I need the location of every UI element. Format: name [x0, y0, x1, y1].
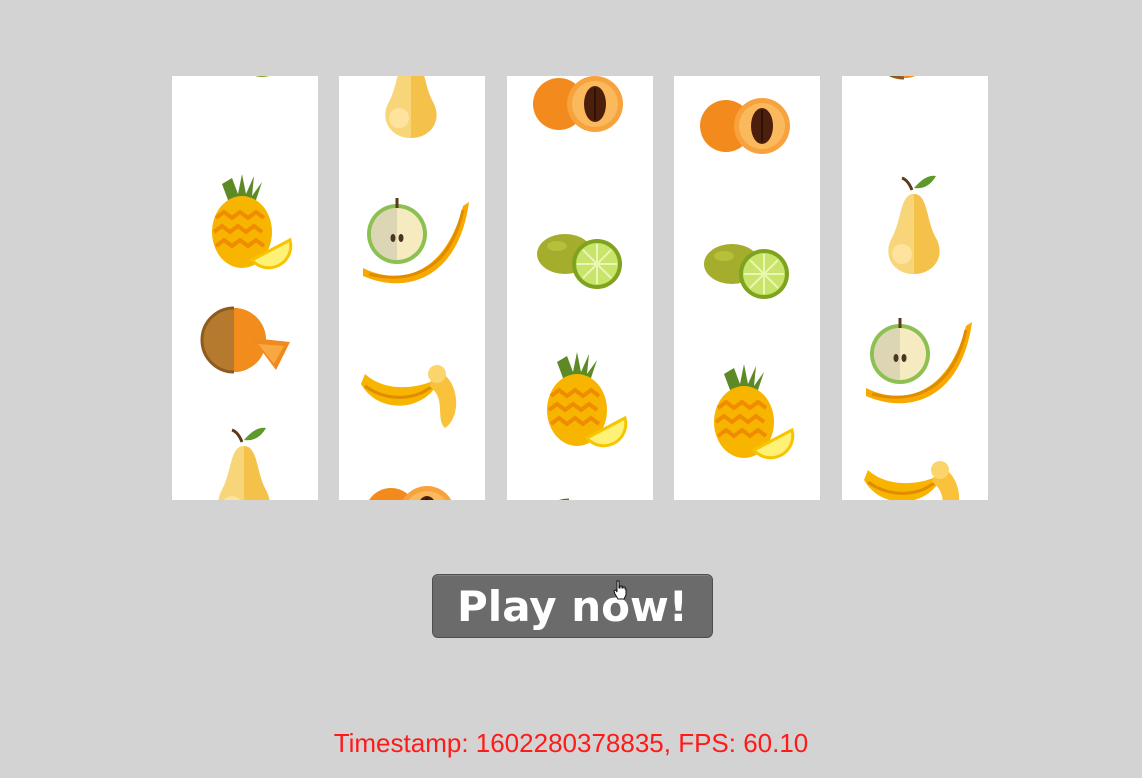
reel-4 — [674, 76, 820, 500]
reel-5 — [842, 76, 988, 500]
reel-1 — [172, 76, 318, 500]
orange-icon — [507, 472, 653, 500]
pear-icon — [842, 164, 988, 284]
apple-banana-icon — [842, 296, 988, 416]
pineapple-icon — [507, 334, 653, 454]
banana-icon — [842, 412, 988, 500]
reel-2 — [339, 76, 485, 500]
status-readout: Timestamp: 1602280378835, FPS: 60.10 — [333, 728, 809, 758]
pear-icon — [172, 416, 318, 500]
play-now-button[interactable]: Play now! — [432, 574, 713, 638]
apricot-icon — [674, 76, 820, 184]
pineapple-icon — [172, 156, 318, 276]
orange-icon — [842, 76, 988, 106]
apple-banana-icon — [339, 176, 485, 296]
orange-icon — [674, 486, 820, 500]
apricot-icon — [339, 452, 485, 500]
hand-cursor-icon — [613, 580, 627, 600]
orange-icon — [172, 280, 318, 400]
pineapple-icon — [674, 346, 820, 466]
pear-icon — [339, 76, 485, 148]
lime-icon — [674, 206, 820, 326]
lime-icon — [507, 196, 653, 316]
reel-3 — [507, 76, 653, 500]
apricot-icon — [507, 76, 653, 162]
banana-icon — [339, 316, 485, 436]
lime-icon — [172, 76, 318, 104]
